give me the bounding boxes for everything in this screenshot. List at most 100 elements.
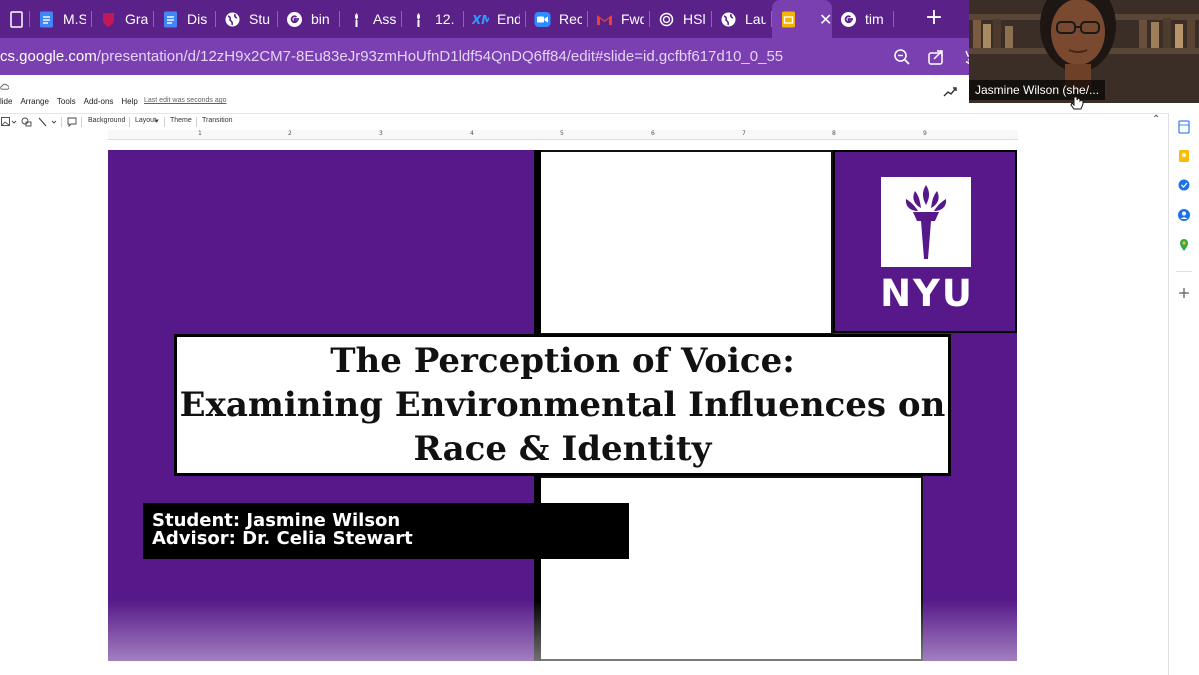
toolbar-separator	[61, 117, 62, 127]
google-docs-icon	[162, 11, 179, 28]
nyu-logo-tile	[881, 177, 971, 267]
transition-button[interactable]: Transition	[202, 117, 232, 124]
toolbar-separator	[164, 117, 165, 127]
browser-tab-label: 12.	[435, 11, 455, 27]
video-participant-tile[interactable]: Jasmine Wilson (she/...	[969, 0, 1199, 103]
ruler-number: 6	[651, 130, 655, 137]
nyu-logo[interactable]: NYU	[833, 150, 1017, 333]
svg-text:XM: XM	[472, 13, 489, 27]
browser-tab-15[interactable]: tim	[832, 0, 894, 38]
google-docs-icon	[38, 11, 55, 28]
menu-help[interactable]: Help	[121, 97, 137, 106]
browser-tab-13[interactable]: Lau	[712, 0, 772, 38]
browser-tab-8[interactable]: 12.	[402, 0, 464, 38]
menu-arrange[interactable]: Arrange	[20, 97, 48, 106]
menu-tools[interactable]: Tools	[57, 97, 76, 106]
url-text[interactable]: cs.google.com/presentation/d/12zH9x2CM7-…	[0, 48, 783, 65]
browser-tab-6[interactable]: bin	[278, 0, 340, 38]
layout-button[interactable]: Layout	[135, 117, 156, 124]
line-icon[interactable]	[38, 117, 58, 127]
browser-tab-10[interactable]: Rec	[526, 0, 588, 38]
browser-tab-3[interactable]: Gra	[92, 0, 154, 38]
torch-icon	[410, 11, 427, 28]
zoom-icon[interactable]	[893, 48, 911, 66]
browser-tab-4[interactable]: Dis	[154, 0, 216, 38]
book	[1139, 20, 1147, 48]
comment-icon[interactable]	[67, 117, 77, 127]
side-panel	[1168, 113, 1199, 675]
book	[973, 20, 981, 48]
credits-box[interactable]: Student: Jasmine Wilson Advisor: Dr. Cel…	[143, 503, 629, 559]
ruler-number: 4	[470, 130, 474, 137]
horizontal-ruler: 1 2 3 4 5 6 7 8 9	[108, 130, 1018, 140]
google-icon	[840, 11, 857, 28]
background-button[interactable]: Background	[88, 117, 125, 124]
browser-tab-11[interactable]: Fwd	[588, 0, 650, 38]
contacts-icon[interactable]	[1177, 208, 1191, 222]
browser-tab-2[interactable]: M.S	[30, 0, 92, 38]
advisor-line: Advisor: Dr. Celia Stewart	[152, 528, 413, 549]
book	[993, 19, 1001, 48]
browser-tab-label: Lau	[745, 11, 766, 27]
shield-crest-icon	[100, 11, 117, 28]
google-icon	[286, 11, 303, 28]
theme-button[interactable]: Theme	[170, 117, 192, 124]
url-path: /presentation/d/12zH9x2CM7-8Eu83eJr93zmH…	[96, 48, 784, 65]
collapse-toolbar-chevron-up-icon[interactable]: ⌃	[1152, 114, 1160, 125]
menu-slide[interactable]: lide	[0, 97, 12, 106]
top-white-panel	[541, 150, 833, 335]
activity-trend-icon[interactable]	[943, 86, 957, 98]
title-box[interactable]: The Perception of Voice: Examining Envir…	[174, 334, 951, 476]
last-edit-link[interactable]: Last edit was seconds ago	[144, 97, 227, 104]
ruler-number: 8	[832, 130, 836, 137]
url-host: cs.google.com	[0, 48, 97, 65]
document-icon	[8, 10, 25, 28]
browser-tab-1[interactable]: Pra	[0, 0, 30, 38]
participant-avatar	[1040, 0, 1116, 90]
browser-tab-7[interactable]: Ass	[340, 0, 402, 38]
toolbar-separator	[196, 117, 197, 127]
shape-icon[interactable]	[21, 117, 33, 127]
ruler-number: 7	[742, 130, 746, 137]
mouse-cursor-icon	[1070, 96, 1084, 110]
book	[1163, 18, 1171, 48]
close-tab-icon[interactable]: ✕	[819, 10, 832, 29]
screen: Pra M.S Gra Dis Stu bin Ass 12. XM End Rec Fwd HSl La…	[0, 0, 1199, 675]
openai-icon	[658, 11, 675, 28]
globe-icon	[720, 11, 737, 28]
add-addon-plus-icon[interactable]	[1177, 286, 1191, 300]
browser-tab-9[interactable]: XM End	[464, 0, 526, 38]
slide[interactable]: NYU The Perception of Voice: Examining E…	[108, 150, 1017, 661]
gmail-icon	[596, 11, 613, 28]
maps-icon[interactable]	[1177, 238, 1191, 252]
layout-chevron-down-icon[interactable]: ▾	[155, 117, 159, 125]
menu-addons[interactable]: Add-ons	[84, 97, 114, 106]
tasks-icon[interactable]	[1177, 178, 1191, 192]
browser-tab-label: Ass	[373, 11, 396, 27]
browser-tab-label: Gra	[125, 11, 148, 27]
browser-tab-label: HSl	[683, 11, 706, 27]
google-sheets-icon[interactable]	[1177, 120, 1191, 134]
browser-tab-12[interactable]: HSl	[650, 0, 712, 38]
browser-tab-5[interactable]: Stu	[216, 0, 278, 38]
ruler-number: 3	[379, 130, 383, 137]
ruler-number: 1	[198, 130, 202, 137]
title-line-3: Race & Identity	[413, 429, 712, 469]
globe-icon	[224, 11, 241, 28]
new-tab-button[interactable]: +	[921, 6, 947, 32]
browser-tab-14[interactable]: ✕	[772, 0, 832, 38]
book	[983, 24, 991, 48]
cloud-saved-icon	[0, 83, 9, 90]
ruler-number: 5	[560, 130, 564, 137]
ruler-number: 2	[288, 130, 292, 137]
ruler-number: 9	[923, 130, 927, 137]
browser-tab-label: M.S	[63, 11, 86, 27]
browser-tab-label: bin	[311, 11, 330, 27]
browser-tab-label: tim	[865, 11, 884, 27]
book	[1175, 24, 1183, 48]
share-icon[interactable]	[927, 48, 945, 66]
keep-icon[interactable]	[1177, 149, 1191, 163]
insert-image-icon[interactable]	[1, 117, 17, 127]
xm-icon: XM	[472, 11, 489, 28]
video-camera-icon	[534, 11, 551, 28]
